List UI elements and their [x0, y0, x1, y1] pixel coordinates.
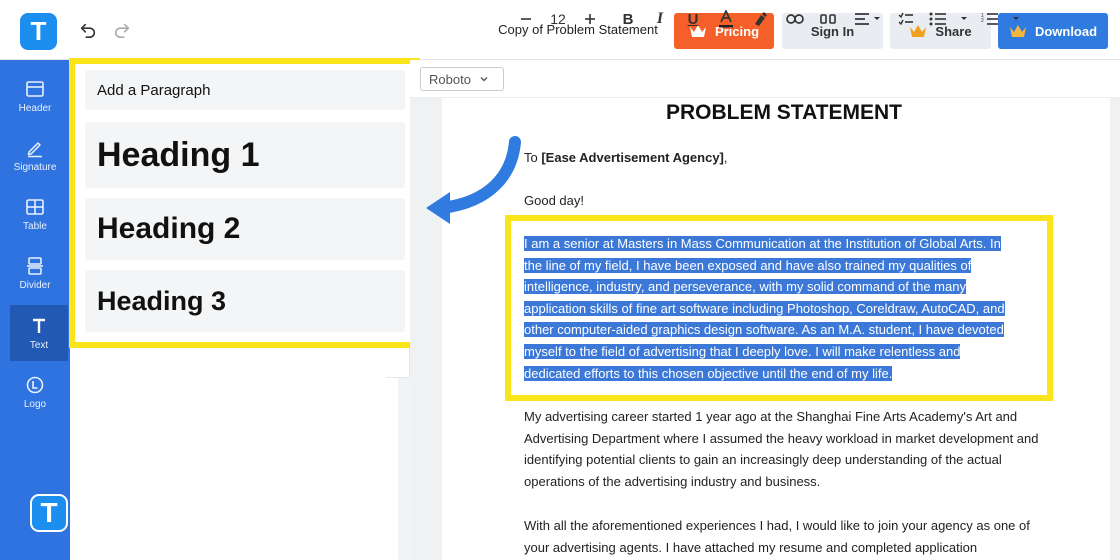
table-icon	[26, 198, 44, 215]
increase-font-size-button[interactable]	[580, 8, 600, 30]
sidebar-item-table[interactable]: Table	[0, 186, 70, 242]
heading-3-option[interactable]: Heading 3	[85, 270, 405, 332]
bullet-list-icon	[929, 12, 967, 26]
heading-2-option[interactable]: Heading 2	[85, 198, 405, 260]
align-left-icon	[855, 13, 880, 25]
body-paragraph-3[interactable]: With all the aforementioned experiences …	[524, 515, 1044, 558]
brand-name: TEMPLATE.NET	[78, 496, 312, 529]
divider-icon	[27, 256, 43, 275]
selected-line: dedicated efforts to this chosen objecti…	[524, 365, 893, 381]
text-icon	[33, 318, 45, 333]
numbered-list-icon: 12	[981, 13, 1019, 25]
app-logo[interactable]: T	[20, 13, 57, 50]
selected-line: I am a senior at Masters in Mass Communi…	[524, 236, 1001, 251]
undo-icon[interactable]	[78, 20, 98, 40]
link-icon[interactable]	[784, 8, 806, 30]
document-title[interactable]: Copy of Problem Statement	[480, 22, 676, 37]
format-toolbar	[410, 60, 1120, 98]
heading-1-option[interactable]: Heading 1	[85, 122, 405, 188]
body-paragraph-2[interactable]: My advertising career started 1 year ago…	[524, 406, 1044, 492]
selected-line: application skills of fine art software …	[524, 300, 1005, 316]
numbered-list-dropdown[interactable]: 12	[980, 8, 1022, 30]
plus-icon	[585, 14, 595, 24]
sidebar-item-signature[interactable]: Signature	[0, 127, 70, 183]
selected-line: myself to the field of advertising that …	[524, 343, 961, 359]
sidebar-item-label: Table	[23, 220, 47, 232]
sidebar-item-label: Logo	[23, 398, 47, 410]
brand-logo-mark: T	[30, 494, 68, 532]
checklist-icon[interactable]	[897, 8, 915, 30]
highlighter-icon[interactable]	[750, 8, 770, 30]
sidebar-item-label: Divider	[19, 279, 51, 291]
minus-icon	[521, 18, 531, 20]
download-label: Download	[1034, 23, 1098, 39]
underline-icon[interactable]: U	[683, 8, 703, 30]
selected-line: the line of my field, I have been expose…	[524, 257, 972, 273]
italic-icon[interactable]: I	[650, 8, 670, 30]
font-size-value[interactable]: 12	[546, 8, 570, 30]
bullet-list-dropdown[interactable]	[928, 8, 970, 30]
add-paragraph-option[interactable]: Add a Paragraph	[85, 70, 405, 110]
logo-icon	[26, 376, 44, 393]
sidebar-item-divider[interactable]: Divider	[0, 245, 70, 301]
redo-icon[interactable]	[112, 20, 132, 40]
selected-paragraph[interactable]: I am a senior at Masters in Mass Communi…	[524, 233, 1046, 384]
font-family-value: Roboto	[429, 71, 471, 87]
sidebar-item-label: Text	[29, 339, 49, 351]
svg-text:2: 2	[981, 18, 984, 24]
chevron-down-icon	[480, 77, 488, 82]
header-icon	[26, 80, 44, 97]
pen-icon	[27, 141, 42, 157]
selected-line: other computer-aided graphics design sof…	[524, 322, 1004, 338]
quote-icon[interactable]	[817, 8, 839, 30]
font-family-select[interactable]: Roboto	[420, 67, 504, 91]
recipient-line[interactable]: To [Ease Advertisement Agency],	[524, 150, 728, 165]
bold-icon[interactable]: B	[618, 8, 638, 30]
selected-line: intelligence, industry, and perseverance…	[524, 279, 966, 295]
sidebar-item-label: Signature	[13, 161, 57, 173]
sidebar-item-text[interactable]: Text	[10, 305, 68, 361]
sidebar-item-logo[interactable]: Logo	[0, 364, 70, 420]
template-net-logo: T TEMPLATE.NET	[30, 494, 312, 532]
sidebar-item-label: Header	[18, 102, 52, 114]
align-dropdown[interactable]	[850, 8, 884, 30]
sidebar: Header Signature Table Divider Text Logo	[0, 60, 70, 560]
annotation-arrow-icon	[426, 136, 521, 224]
recipient-suffix: ,	[723, 150, 728, 165]
text-color-icon[interactable]	[716, 8, 736, 30]
recipient-agency: [Ease Advertisement Agency]	[541, 150, 724, 165]
decrease-font-size-button[interactable]	[516, 8, 536, 30]
document-heading[interactable]: PROBLEM STATEMENT	[442, 101, 1120, 125]
sidebar-item-header[interactable]: Header	[0, 68, 70, 124]
greeting-line[interactable]: Good day!	[524, 193, 584, 208]
heading-options-highlight: Add a Paragraph Heading 1 Heading 2 Head…	[69, 58, 420, 348]
